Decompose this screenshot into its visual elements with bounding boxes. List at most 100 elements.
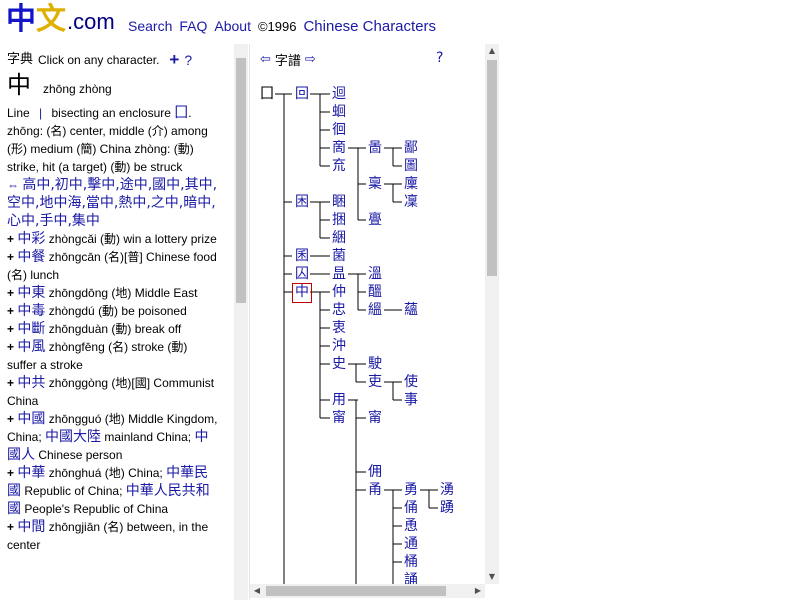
nav-search-link[interactable]: Search xyxy=(128,18,172,34)
tree-horizontal-scrollbar[interactable]: ◀ ▶ xyxy=(250,584,485,598)
scroll-up-arrow-icon[interactable]: ▲ xyxy=(485,44,499,58)
tree-node[interactable]: 徊 xyxy=(330,121,348,139)
compound-word[interactable]: 中斷 xyxy=(17,321,45,337)
tree-node[interactable]: 忠 xyxy=(330,301,348,319)
tree-node[interactable]: 使 xyxy=(402,373,420,391)
expand-entry-icon[interactable]: + xyxy=(7,232,17,246)
nav-about-link[interactable]: About xyxy=(214,18,251,34)
expand-plus-button[interactable]: + xyxy=(169,51,179,69)
tree-forward-arrow-icon[interactable]: ⇨ xyxy=(305,52,316,67)
nav-faq-link[interactable]: FAQ xyxy=(179,18,207,34)
tree-node[interactable]: 桶 xyxy=(402,553,420,571)
tree-node[interactable]: 睏 xyxy=(330,193,348,211)
site-logo[interactable]: 中 文 .com xyxy=(6,3,115,37)
tree-node[interactable]: 甯 xyxy=(366,409,384,427)
expand-entry-icon[interactable]: + xyxy=(7,304,17,318)
tree-hscroll-thumb[interactable] xyxy=(266,586,446,596)
compound-word[interactable]: 中東 xyxy=(17,285,45,301)
scroll-down-arrow-icon[interactable]: ▼ xyxy=(485,570,499,584)
etym-enclosure-char[interactable]: 囗 xyxy=(174,105,188,121)
tree-node[interactable]: 衷 xyxy=(330,319,348,337)
compound-word[interactable]: 中國 xyxy=(17,411,45,427)
dictionary-scroll-thumb[interactable] xyxy=(236,58,246,303)
tree-node-selected[interactable]: 中 xyxy=(292,283,312,303)
tree-header: ⇦ 字譜 ⇨ ? xyxy=(260,50,443,69)
compound-word[interactable]: 中共 xyxy=(17,375,45,391)
expand-entry-icon[interactable]: + xyxy=(7,322,17,336)
expand-entry-icon[interactable]: + xyxy=(7,520,17,534)
expand-entry-icon[interactable]: + xyxy=(7,376,17,390)
tree-node[interactable]: 廩 xyxy=(402,175,420,193)
compounds-text[interactable]: 高中,初中,擊中,途中,國中,其中,空中,地中海,當中,熱中,之中,暗中,心中,… xyxy=(7,177,217,229)
tree-node[interactable]: 亹 xyxy=(366,211,384,229)
tree-node[interactable]: 佣 xyxy=(366,463,384,481)
compound-definition: zhòngcǎi (動) win a lottery prize xyxy=(48,232,217,246)
tree-node[interactable]: 溫 xyxy=(366,265,384,283)
compound-definition: Chinese person xyxy=(38,448,123,462)
tree-node[interactable]: 圖 xyxy=(402,157,420,175)
tree-node[interactable]: 稟 xyxy=(366,175,384,193)
tree-node[interactable]: 縕 xyxy=(366,301,384,319)
tree-node[interactable]: 啚 xyxy=(366,139,384,157)
tree-node[interactable]: 誦 xyxy=(402,571,420,584)
tree-node[interactable]: 㐬 xyxy=(330,157,348,175)
tree-vscroll-thumb[interactable] xyxy=(487,60,497,276)
tree-node[interactable]: 回 xyxy=(293,85,311,103)
expand-entry-icon[interactable]: + xyxy=(7,340,17,354)
expand-entry-icon[interactable]: + xyxy=(7,412,17,426)
tree-node[interactable]: 駛 xyxy=(366,355,384,373)
tree-node[interactable]: 踴 xyxy=(438,499,456,517)
tree-node[interactable]: 蘊 xyxy=(402,301,420,319)
scroll-right-arrow-icon[interactable]: ▶ xyxy=(471,584,485,598)
compound-word[interactable]: 中國大陸 xyxy=(45,429,101,445)
tree-node[interactable]: 困 xyxy=(293,193,311,211)
tree-node[interactable]: 綑 xyxy=(330,229,348,247)
tree-node-root[interactable]: 囗 xyxy=(258,85,276,103)
expand-entry-icon[interactable]: + xyxy=(7,286,17,300)
tree-node[interactable]: 湧 xyxy=(438,481,456,499)
tree-node[interactable]: 吏 xyxy=(366,373,384,391)
tree-node[interactable]: 蛔 xyxy=(330,103,348,121)
tree-node[interactable]: 用 xyxy=(330,391,348,409)
tree-node[interactable]: 鄙 xyxy=(402,139,420,157)
tree-node[interactable]: 仲 xyxy=(330,283,348,301)
site-title-link[interactable]: Chinese Characters xyxy=(303,18,436,35)
tree-vertical-scrollbar[interactable]: ▲ ▼ xyxy=(485,44,499,584)
tree-node[interactable]: 恿 xyxy=(402,517,420,535)
tree-back-arrow-icon[interactable]: ⇦ xyxy=(260,52,271,67)
expand-entry-icon[interactable]: + xyxy=(7,250,17,264)
tree-node[interactable]: 捆 xyxy=(330,211,348,229)
compound-word[interactable]: 中間 xyxy=(17,519,45,535)
compound-entry: + 中華 zhōnghuá (地) China; 中華民國 Republic o… xyxy=(7,464,218,518)
tree-node[interactable]: 迴 xyxy=(330,85,348,103)
tree-node[interactable]: 通 xyxy=(402,535,420,553)
compound-word[interactable]: 中餐 xyxy=(17,249,45,265)
tree-node[interactable]: 醞 xyxy=(366,283,384,301)
compound-entry: + 中風 zhòngfēng (名) stroke (動) suffer a s… xyxy=(7,338,218,374)
tree-node[interactable]: 凜 xyxy=(402,193,420,211)
tree-node[interactable]: 史 xyxy=(330,355,348,373)
tree-help-icon[interactable]: ? xyxy=(436,50,443,66)
tree-node[interactable]: 啇 xyxy=(330,139,348,157)
tree-node[interactable]: 俑 xyxy=(402,499,420,517)
tree-node[interactable]: 昷 xyxy=(330,265,348,283)
compound-word[interactable]: 中彩 xyxy=(17,231,45,247)
compound-word[interactable]: 中毒 xyxy=(17,303,45,319)
tree-node[interactable]: 囷 xyxy=(293,247,311,265)
dictionary-help-icon[interactable]: ? xyxy=(184,51,192,69)
scroll-left-arrow-icon[interactable]: ◀ xyxy=(250,584,264,598)
tree-node[interactable]: 甯 xyxy=(330,409,348,427)
tree-node[interactable]: 勇 xyxy=(402,481,420,499)
compound-word[interactable]: 中風 xyxy=(17,339,45,355)
dictionary-scrollbar[interactable] xyxy=(234,44,248,600)
tree-node[interactable]: 甬 xyxy=(366,481,384,499)
etym-line-symbol[interactable]: | xyxy=(39,106,42,120)
tree-node[interactable]: 菌 xyxy=(330,247,348,265)
tree-node[interactable]: 事 xyxy=(402,391,420,409)
compounds-list: ⇔ 高中,初中,擊中,途中,國中,其中,空中,地中海,當中,熱中,之中,暗中,心… xyxy=(7,176,218,230)
tree-node[interactable]: 沖 xyxy=(330,337,348,355)
tree-node[interactable]: 囚 xyxy=(293,265,311,283)
compound-entry: + 中彩 zhòngcǎi (動) win a lottery prize xyxy=(7,230,218,248)
compound-word[interactable]: 中華 xyxy=(17,465,45,481)
expand-entry-icon[interactable]: + xyxy=(7,466,17,480)
